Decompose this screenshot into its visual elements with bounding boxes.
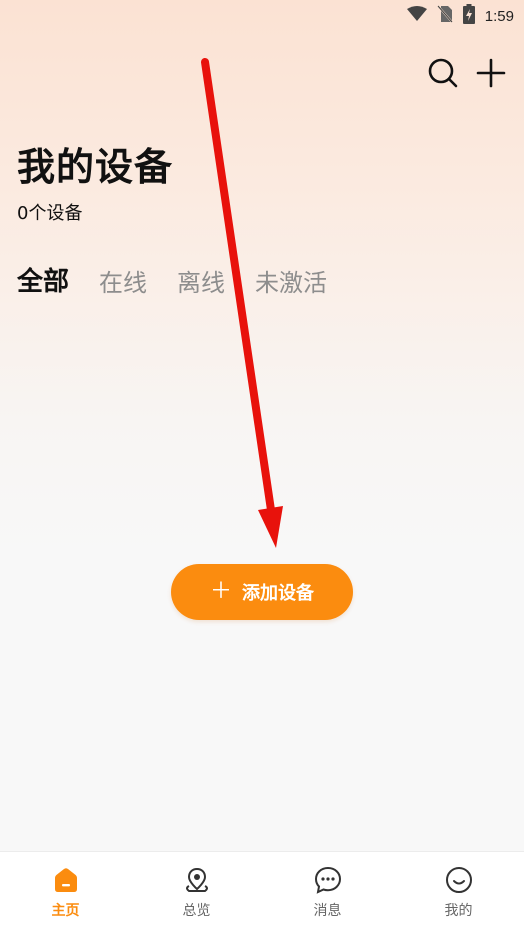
nav-item-profile[interactable]: 我的 xyxy=(393,852,524,931)
tab-inactive[interactable]: 未激活 xyxy=(255,267,327,301)
top-actions xyxy=(426,56,508,90)
nav-item-overview[interactable]: 总览 xyxy=(131,852,262,931)
status-icons: 1:59 xyxy=(406,4,514,28)
tab-all[interactable]: 全部 xyxy=(17,264,69,300)
home-icon xyxy=(52,866,80,894)
status-bar: 1:59 xyxy=(0,0,524,32)
nav-label-home: 主页 xyxy=(51,903,80,919)
smiley-face-icon xyxy=(445,866,473,894)
location-pin-icon xyxy=(183,866,211,894)
tab-offline[interactable]: 离线 xyxy=(177,267,225,301)
bottom-nav: 主页 总览 消息 我的 xyxy=(0,851,524,931)
add-device-button[interactable]: ＋ 添加设备 xyxy=(171,564,353,620)
battery-charging-icon xyxy=(462,4,475,28)
nav-item-home[interactable]: 主页 xyxy=(0,852,131,931)
plus-icon: ＋ xyxy=(209,579,232,604)
add-icon[interactable] xyxy=(474,56,508,90)
add-device-label: 添加设备 xyxy=(242,583,314,604)
wifi-icon xyxy=(406,6,427,26)
nav-item-messages[interactable]: 消息 xyxy=(262,852,393,931)
chat-bubble-icon xyxy=(314,866,342,894)
device-filter-tabs: 全部 在线 离线 未激活 xyxy=(17,264,357,300)
search-icon[interactable] xyxy=(426,56,460,90)
nav-label-profile: 我的 xyxy=(444,903,473,919)
no-sim-icon xyxy=(437,5,453,27)
device-count: 0个设备 xyxy=(17,203,83,224)
tab-online[interactable]: 在线 xyxy=(99,267,147,301)
nav-label-overview: 总览 xyxy=(182,903,211,919)
page-title: 我的设备 xyxy=(17,145,174,189)
status-time: 1:59 xyxy=(484,7,514,25)
nav-label-messages: 消息 xyxy=(313,903,342,919)
